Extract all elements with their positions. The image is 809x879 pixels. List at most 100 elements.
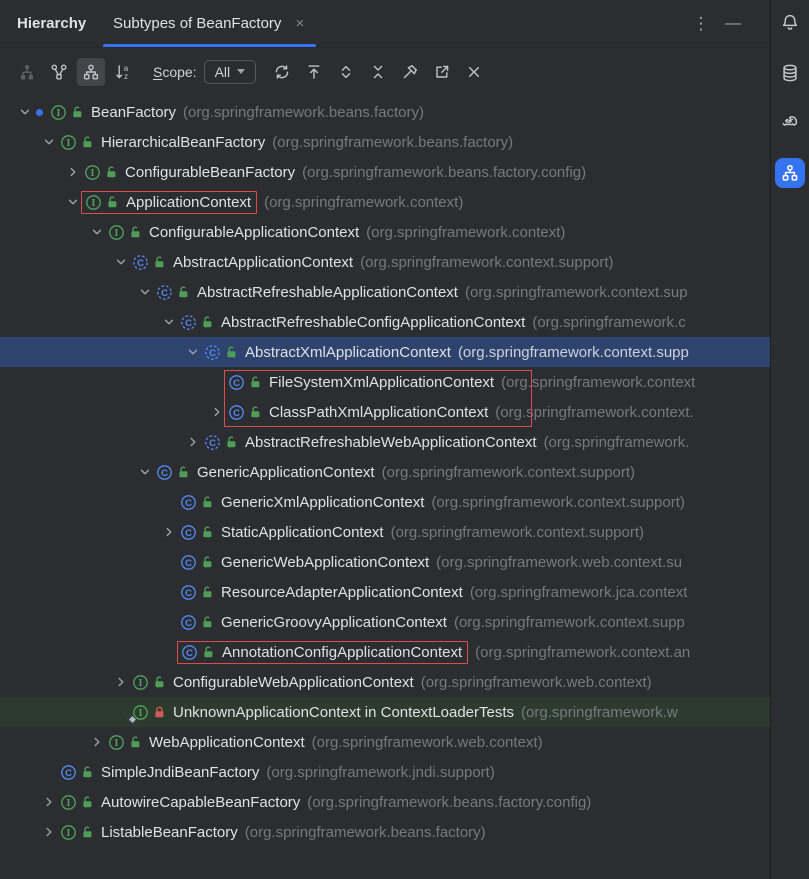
svg-text:I: I: [91, 168, 95, 179]
hierarchy-icon[interactable]: [775, 158, 805, 188]
chevron-spacer: [38, 764, 60, 780]
class-name: AbstractRefreshableApplicationContext: [197, 284, 458, 301]
tree-row-UnknownApplicationContext[interactable]: IUnknownApplicationContext in ContextLoa…: [0, 697, 770, 727]
interface-icon: I: [108, 224, 126, 241]
tree-row-ListableBeanFactory[interactable]: IListableBeanFactory(org.springframework…: [0, 817, 770, 847]
close-icon[interactable]: [460, 58, 488, 86]
minimize-icon[interactable]: —: [720, 0, 746, 48]
chevron-down-icon[interactable]: [14, 104, 36, 120]
class-icon: C: [60, 764, 78, 781]
tree-row-GenericApplicationContext[interactable]: CGenericApplicationContext(org.springfra…: [0, 457, 770, 487]
chevron-right-icon[interactable]: [38, 824, 60, 840]
public-lock-icon: [177, 285, 191, 299]
class-name: ResourceAdapterApplicationContext: [221, 584, 463, 601]
chevron-right-icon[interactable]: [62, 164, 84, 180]
scope-dropdown[interactable]: All: [204, 60, 256, 84]
chevron-down-icon[interactable]: [158, 314, 180, 330]
tree-row-AutowireCapableBeanFactory[interactable]: IAutowireCapableBeanFactory(org.springfr…: [0, 787, 770, 817]
chevron-spacer: [158, 614, 180, 630]
hierarchy-tool-window: Hierarchy Subtypes of BeanFactory × ⋮ — …: [0, 0, 809, 879]
gradle-icon[interactable]: [775, 108, 805, 138]
supertypes-hierarchy-icon[interactable]: [45, 58, 73, 86]
interface-icon: I: [84, 164, 102, 181]
tree-row-AbstractRefreshableWebApplicationContext[interactable]: CAbstractRefreshableWebApplicationContex…: [0, 427, 770, 457]
tree-row-GenericXmlApplicationContext[interactable]: CGenericXmlApplicationContext(org.spring…: [0, 487, 770, 517]
class-name: UnknownApplicationContext in ContextLoad…: [173, 704, 514, 721]
tree-row-WebApplicationContext[interactable]: IWebApplicationContext(org.springframewo…: [0, 727, 770, 757]
notifications-bell-icon[interactable]: [775, 8, 805, 38]
package-name: (org.springframework.context.support): [360, 254, 613, 271]
class-icon: C: [180, 584, 198, 601]
tree-row-SimpleJndiBeanFactory[interactable]: CSimpleJndiBeanFactory(org.springframewo…: [0, 757, 770, 787]
interface-icon: I: [108, 734, 126, 751]
sort-alphabetically-icon[interactable]: az: [109, 58, 137, 86]
public-lock-icon: [201, 525, 215, 539]
package-name: (org.springframework.beans.factory): [245, 824, 486, 841]
tree-row-StaticApplicationContext[interactable]: CStaticApplicationContext(org.springfram…: [0, 517, 770, 547]
tree-row-ApplicationContext[interactable]: IApplicationContext(org.springframework.…: [0, 187, 770, 217]
scope-dropdown-value: All: [215, 64, 231, 80]
package-name: (org.springframework.jca.context: [470, 584, 688, 601]
refresh-icon[interactable]: [268, 58, 296, 86]
tree-row-ConfigurableBeanFactory[interactable]: IConfigurableBeanFactory(org.springframe…: [0, 157, 770, 187]
public-lock-icon: [105, 165, 119, 179]
chevron-down-icon[interactable]: [110, 254, 132, 270]
public-lock-icon: [202, 645, 216, 659]
package-name: (org.springframework.beans.factory): [183, 104, 424, 121]
chevron-right-icon[interactable]: [158, 524, 180, 540]
package-name: (org.springframework.context.support): [391, 524, 644, 541]
tree-row-AnnotationConfigApplicationContext[interactable]: CAnnotationConfigApplicationContext(org.…: [0, 637, 770, 667]
svg-text:C: C: [185, 618, 192, 629]
tree-row-GenericWebApplicationContext[interactable]: CGenericWebApplicationContext(org.spring…: [0, 547, 770, 577]
chevron-down-icon[interactable]: [134, 284, 156, 300]
tree-row-AbstractApplicationContext[interactable]: CAbstractApplicationContext(org.springfr…: [0, 247, 770, 277]
public-lock-icon: [201, 585, 215, 599]
chevron-down-icon[interactable]: [134, 464, 156, 480]
tree-row-FileSystemXmlApplicationContext[interactable]: CFileSystemXmlApplicationContext(org.spr…: [0, 367, 770, 397]
abstract-class-icon: C: [204, 344, 222, 361]
tab-subtypes-of-beanfactory[interactable]: Subtypes of BeanFactory ×: [103, 0, 316, 47]
chevron-right-icon[interactable]: [110, 674, 132, 690]
tree-row-ResourceAdapterApplicationContext[interactable]: C ResourceAdapterApplicationContext (org.s…: [0, 577, 770, 607]
tree-row-BeanFactory[interactable]: IBeanFactory(org.springframework.beans.f…: [0, 97, 770, 127]
move-up-icon[interactable]: [300, 58, 328, 86]
tree-row-AbstractRefreshableConfigApplicationContext[interactable]: CAbstractRefreshableConfigApplicationCon…: [0, 307, 770, 337]
chevron-right-icon[interactable]: [182, 434, 204, 450]
tree-row-ClassPathXmlApplicationContext[interactable]: CClassPathXmlApplicationContext(org.spri…: [0, 397, 770, 427]
chevron-down-icon[interactable]: [182, 344, 204, 360]
pin-icon[interactable]: [396, 58, 424, 86]
base-class-marker-dot: [36, 109, 50, 116]
tree-row-HierarchicalBeanFactory[interactable]: IHierarchicalBeanFactory(org.springframe…: [0, 127, 770, 157]
more-options-icon[interactable]: ⋮: [688, 0, 714, 48]
class-icon: C: [180, 524, 198, 541]
database-icon[interactable]: [775, 58, 805, 88]
tree-row-AbstractRefreshableApplicationContext[interactable]: CAbstractRefreshableApplicationContext(o…: [0, 277, 770, 307]
collapse-all-icon[interactable]: [364, 58, 392, 86]
right-tool-window-stripe: [770, 0, 809, 879]
chevron-down-icon[interactable]: [86, 224, 108, 240]
class-icon: C: [180, 614, 198, 631]
subtypes-hierarchy-icon[interactable]: [77, 58, 105, 86]
tree-row-GenericGroovyApplicationContext[interactable]: CGenericGroovyApplicationContext(org.spr…: [0, 607, 770, 637]
tree-row-ConfigurableApplicationContext[interactable]: IConfigurableApplicationContext(org.spri…: [0, 217, 770, 247]
chevron-right-icon[interactable]: [86, 734, 108, 750]
interface-icon: I: [60, 794, 78, 811]
public-lock-icon: [129, 735, 143, 749]
tree-row-ConfigurableWebApplicationContext[interactable]: IConfigurableWebApplicationContext(org.s…: [0, 667, 770, 697]
open-in-new-window-icon[interactable]: [428, 58, 456, 86]
class-icon: C: [180, 554, 198, 571]
class-name: SimpleJndiBeanFactory: [101, 764, 259, 781]
chevron-right-icon[interactable]: [38, 794, 60, 810]
svg-text:C: C: [185, 528, 192, 539]
chevron-down-icon[interactable]: [38, 134, 60, 150]
class-name: ApplicationContext: [126, 194, 251, 211]
chevron-right-icon[interactable]: [206, 404, 228, 420]
tree-row-AbstractXmlApplicationContext[interactable]: CAbstractXmlApplicationContext(org.sprin…: [0, 337, 770, 367]
class-name: GenericGroovyApplicationContext: [221, 614, 447, 631]
tab-close-icon[interactable]: ×: [295, 15, 304, 32]
public-lock-icon: [71, 105, 85, 119]
expand-all-icon[interactable]: [332, 58, 360, 86]
package-name: (org.springframework.web.context): [421, 674, 652, 691]
type-hierarchy-tree: IBeanFactory(org.springframework.beans.f…: [0, 95, 770, 879]
public-lock-icon: [225, 435, 239, 449]
